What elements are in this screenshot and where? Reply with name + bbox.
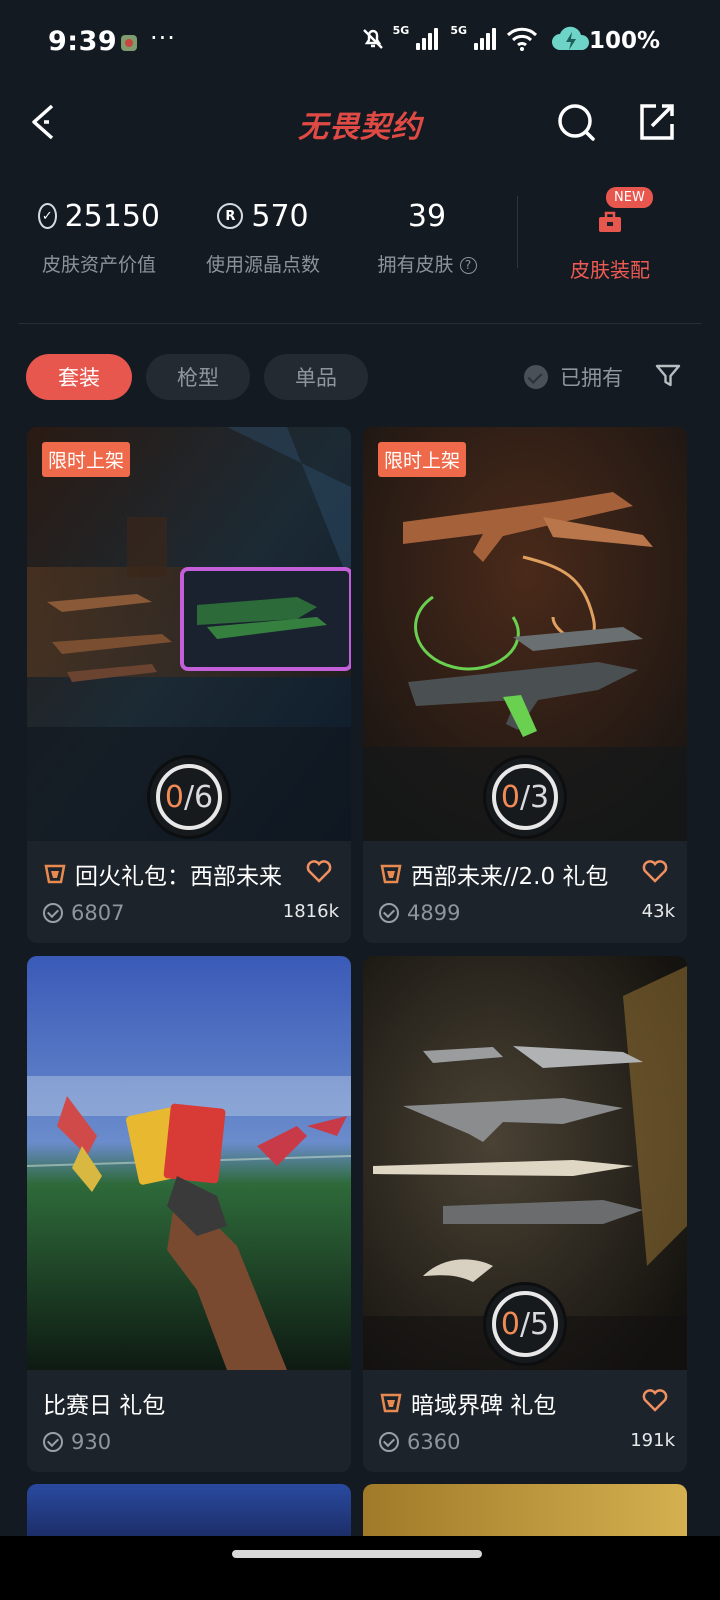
battery-cloud-icon [552, 26, 590, 50]
help-icon[interactable]: ? [459, 257, 477, 274]
bundle-title: 西部未来//2.0 礼包 [379, 857, 619, 891]
progress-total: 5 [530, 1306, 550, 1342]
bundle-price: 6807 [43, 901, 124, 925]
filter-chip-single-item[interactable]: 单品 [264, 354, 368, 400]
vp-coin-icon: ✓ [38, 203, 57, 229]
asset-stats: ✓ 25150 皮肤资产价值 R 570 使用源晶点数 39 拥有皮肤 ? NEW … [0, 184, 720, 294]
bundle-title: 回火礼包：西部未来 [43, 857, 283, 891]
tier-icon [44, 864, 66, 884]
favorite-count: 191k [630, 1430, 675, 1451]
stat-owned-skins-label: 拥有皮肤 [377, 254, 454, 276]
limited-time-badge: 限时上架 [378, 442, 467, 477]
vp-coin-icon [379, 1432, 399, 1452]
tier-icon [380, 864, 402, 884]
stat-skin-value: ✓ 25150 皮肤资产价值 [38, 196, 160, 277]
battery-percent: 100% [588, 28, 660, 54]
stat-skin-value-label: 皮肤资产价值 [41, 254, 156, 276]
app-header: 无畏契约 [0, 84, 720, 164]
bundle-card[interactable]: 限时上架 0/6 回火礼包：西部未来 6807 1816k [27, 427, 351, 943]
progress-owned: 0 [500, 779, 520, 815]
favorite-icon[interactable] [305, 857, 333, 885]
owned-toggle[interactable]: 已拥有 [524, 362, 623, 392]
mute-icon [362, 29, 383, 49]
stat-radianite-label: 使用源晶点数 [205, 254, 320, 276]
network-5g-label-1: 5G [392, 24, 410, 37]
section-divider [18, 323, 702, 324]
more-notifications-indicator: ··· [150, 24, 176, 52]
filter-icon[interactable] [654, 362, 682, 390]
owned-progress-ring: 0/5 [483, 1282, 567, 1366]
share-icon[interactable] [634, 100, 678, 144]
owned-checkbox-icon [524, 365, 548, 389]
stat-skin-value-number: 25150 [64, 198, 160, 234]
bundle-title: 比赛日 礼包 [43, 1393, 166, 1419]
radianite-icon: R [217, 203, 244, 229]
stat-owned-skins[interactable]: 39 拥有皮肤 ? [372, 196, 482, 277]
home-indicator[interactable] [232, 1550, 482, 1558]
stat-radianite: R 570 使用源晶点数 [202, 196, 324, 277]
bundle-card-partial[interactable] [363, 1484, 687, 1544]
tier-icon [380, 1393, 402, 1413]
owned-label: 已拥有 [560, 366, 623, 390]
app-notification-icon [121, 35, 137, 51]
status-bar: 9:39 ··· 5G 5G 100% [0, 0, 720, 84]
status-time: 9:39 [48, 26, 118, 57]
owned-progress-ring: 0/6 [147, 755, 231, 839]
search-icon[interactable] [554, 100, 598, 144]
system-nav-bar [0, 1536, 720, 1600]
filter-chip-bundle[interactable]: 套装 [26, 354, 132, 400]
filter-chip-weapon-type[interactable]: 枪型 [146, 354, 250, 400]
bundle-price: 4899 [379, 901, 460, 925]
favorite-icon[interactable] [641, 857, 669, 885]
bundle-price: 6360 [379, 1430, 460, 1454]
briefcase-icon [599, 211, 621, 232]
new-badge: NEW [606, 187, 653, 208]
skin-loadout-button[interactable]: NEW 皮肤装配 [560, 187, 660, 283]
back-icon[interactable] [26, 102, 66, 142]
owned-progress-ring: 0/3 [483, 755, 567, 839]
progress-total: 6 [194, 779, 214, 815]
filter-bar: 套装 枪型 单品 已拥有 [0, 354, 720, 404]
signal-icon-1 [416, 28, 439, 50]
favorite-icon[interactable] [641, 1386, 669, 1414]
bundle-price: 930 [43, 1430, 111, 1454]
favorite-count: 1816k [282, 901, 339, 922]
app-logo: 无畏契约 [298, 110, 422, 145]
bundle-image [27, 956, 351, 1370]
vp-coin-icon [379, 903, 399, 923]
signal-icon-2 [474, 28, 496, 50]
skin-loadout-label: 皮肤装配 [570, 258, 650, 282]
stat-radianite-number: 570 [251, 198, 309, 234]
vp-coin-icon [43, 903, 63, 923]
favorite-count: 43k [641, 901, 675, 922]
stats-divider [517, 196, 518, 268]
network-5g-label-2: 5G [450, 24, 467, 37]
bundle-title: 暗域界碑 礼包 [379, 1386, 619, 1420]
stat-owned-skins-number: 39 [407, 198, 447, 234]
progress-owned: 0 [164, 779, 184, 815]
progress-owned: 0 [500, 1306, 520, 1342]
status-icons: 5G 5G [359, 24, 592, 54]
vp-coin-icon [43, 1432, 63, 1452]
bundle-card-partial[interactable] [27, 1484, 351, 1544]
progress-total: 3 [530, 779, 550, 815]
bundle-card[interactable]: 比赛日 礼包 930 [27, 956, 351, 1472]
bundle-card[interactable]: 0/5 暗域界碑 礼包 6360 191k [363, 956, 687, 1472]
wifi-icon [506, 27, 538, 51]
limited-time-badge: 限时上架 [42, 442, 131, 477]
bundle-card[interactable]: 限时上架 0/3 西部未来//2.0 礼包 4899 43k [363, 427, 687, 943]
